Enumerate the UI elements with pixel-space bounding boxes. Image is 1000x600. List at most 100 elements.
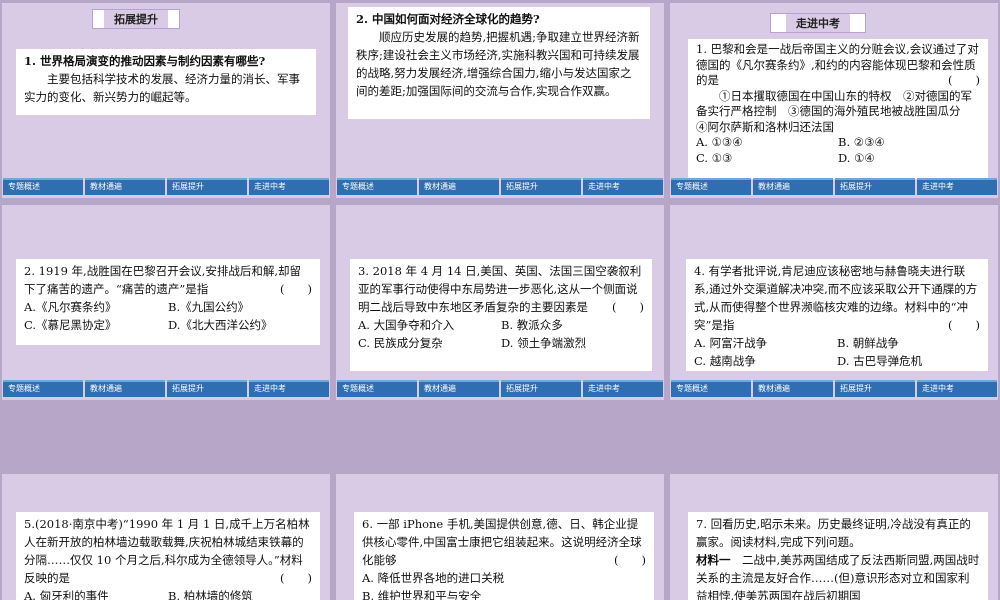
option-row: A.《凡尔赛条约》 B.《九国公约》 bbox=[24, 298, 312, 316]
nav-extension[interactable]: 拓展提升 bbox=[501, 380, 581, 397]
question-stem: 6. 一部 iPhone 手机,美国提供创意,德、日、韩企业提供核心零件,中国富… bbox=[362, 515, 646, 569]
question-items: ①日本攫取德国在中国山东的特权 ②对德国的军备实行严格控制 ③德国的海外殖民地被… bbox=[696, 88, 972, 134]
option-c[interactable]: C. 越南战争 bbox=[694, 352, 837, 370]
nav-extension[interactable]: 拓展提升 bbox=[835, 178, 915, 195]
question-text: 2. 中国如何面对经济全球化的趋势? bbox=[356, 12, 540, 26]
option-c[interactable]: C. 民族成分复杂 bbox=[358, 334, 501, 352]
option-d[interactable]: D. ①④ bbox=[838, 151, 980, 167]
nav-extension[interactable]: 拓展提升 bbox=[167, 380, 247, 397]
material-text: 二战中,美苏两国结成了反法西斯同盟,两国战时关系的主流是友好合作……(但)意识形… bbox=[696, 553, 980, 600]
question-stem-text: 5.(2018·南京中考)“1990 年 1 月 1 日,成千上万名柏林人在新开… bbox=[24, 517, 310, 585]
slide-8: 6. 一部 iPhone 手机,美国提供创意,德、日、韩企业提供核心零件,中国富… bbox=[336, 474, 664, 600]
question-card: 4. 有学者批评说,肯尼迪应该秘密地与赫鲁晓夫进行联系,通过外交渠道解决冲突,而… bbox=[686, 259, 988, 371]
slide-nav: 专题概述 教材通遍 拓展提升 走进中考 bbox=[2, 380, 330, 397]
option-c[interactable]: C.《慕尼黑协定》 bbox=[24, 316, 168, 334]
slide-6: 4. 有学者批评说,肯尼迪应该秘密地与赫鲁晓夫进行联系,通过外交渠道解决冲突,而… bbox=[670, 205, 998, 400]
nav-textbook[interactable]: 教材通遍 bbox=[85, 178, 165, 195]
question-card: 7. 回看历史,昭示未来。历史最终证明,冷战没有真正的赢家。阅读材料,完成下列问… bbox=[688, 512, 988, 600]
slide-content: 3. 2018 年 4 月 14 日,美国、英国、法国三国空袭叙利亚的军事行动使… bbox=[336, 205, 664, 376]
option-c[interactable]: C. ①③ bbox=[696, 151, 838, 167]
slide-content: 2. 中国如何面对经济全球化的趋势? 顺应历史发展的趋势,把握机遇;争取建立世界… bbox=[336, 3, 664, 174]
nav-extension[interactable]: 拓展提升 bbox=[835, 380, 915, 397]
banner-title: 拓展提升 bbox=[104, 10, 168, 28]
option-a[interactable]: A. 大国争夺和介入 bbox=[358, 316, 501, 334]
question-stem: 3. 2018 年 4 月 14 日,美国、英国、法国三国空袭叙利亚的军事行动使… bbox=[358, 262, 644, 316]
nav-overview[interactable]: 专题概述 bbox=[671, 178, 751, 195]
question-stem-text: 6. 一部 iPhone 手机,美国提供创意,德、日、韩企业提供核心零件,中国富… bbox=[362, 517, 642, 567]
answer-blank: ( ) bbox=[948, 73, 980, 87]
option-a[interactable]: A. 阿富汗战争 bbox=[694, 334, 837, 352]
option-row: A. 阿富汗战争 B. 朝鲜战争 bbox=[694, 334, 980, 352]
question-card: 1. 巴黎和会是一战后帝国主义的分赃会议,会议通过了对德国的《凡尔赛条约》,和约… bbox=[688, 39, 988, 179]
question-stem-text: 3. 2018 年 4 月 14 日,美国、英国、法国三国空袭叙利亚的军事行动使… bbox=[358, 264, 642, 314]
nav-overview[interactable]: 专题概述 bbox=[671, 380, 751, 397]
question-card: 6. 一部 iPhone 手机,美国提供创意,德、日、韩企业提供核心零件,中国富… bbox=[354, 512, 654, 600]
slide-7: 5.(2018·南京中考)“1990 年 1 月 1 日,成千上万名柏林人在新开… bbox=[2, 474, 330, 600]
slide-3: 走进中考 1. 巴黎和会是一战后帝国主义的分赃会议,会议通过了对德国的《凡尔赛条… bbox=[670, 3, 998, 198]
option-b[interactable]: B. 朝鲜战争 bbox=[837, 334, 980, 352]
nav-exam[interactable]: 走进中考 bbox=[583, 380, 663, 397]
option-a[interactable]: A. 匈牙利的事件 bbox=[24, 587, 168, 600]
nav-exam[interactable]: 走进中考 bbox=[249, 178, 329, 195]
nav-exam[interactable]: 走进中考 bbox=[583, 178, 663, 195]
material-label: 材料一 bbox=[696, 553, 731, 567]
answer-blank: ( ) bbox=[280, 282, 312, 296]
option-b[interactable]: B. 柏林墙的修筑 bbox=[168, 587, 312, 600]
banner-title: 走进中考 bbox=[786, 14, 850, 32]
question-card: 2. 中国如何面对经济全球化的趋势? 顺应历史发展的趋势,把握机遇;争取建立世界… bbox=[348, 7, 650, 119]
question-card: 1. 世界格局演变的推动因素与制约因素有哪些? 主要包括科学技术的发展、经济力量… bbox=[16, 49, 316, 115]
slide-9: 7. 回看历史,昭示未来。历史最终证明,冷战没有真正的赢家。阅读材料,完成下列问… bbox=[670, 474, 998, 600]
section-banner: 拓展提升 bbox=[92, 9, 180, 29]
nav-textbook[interactable]: 教材通遍 bbox=[753, 178, 833, 195]
option-a[interactable]: A. ①③④ bbox=[696, 135, 838, 151]
answer-text: 主要包括科学技术的发展、经济力量的消长、军事实力的变化、新兴势力的崛起等。 bbox=[24, 72, 300, 104]
question-stem-text: 2. 1919 年,战胜国在巴黎召开会议,安排战后和解,却留下了痛苦的遗产。“痛… bbox=[24, 264, 302, 296]
nav-extension[interactable]: 拓展提升 bbox=[167, 178, 247, 195]
nav-overview[interactable]: 专题概述 bbox=[3, 178, 83, 195]
nav-exam[interactable]: 走进中考 bbox=[917, 178, 997, 195]
nav-exam[interactable]: 走进中考 bbox=[917, 380, 997, 397]
option-b[interactable]: B. ②③④ bbox=[838, 135, 980, 151]
question-stem-text: 4. 有学者批评说,肯尼迪应该秘密地与赫鲁晓夫进行联系,通过外交渠道解决冲突,而… bbox=[694, 264, 978, 332]
option-a[interactable]: A. 降低世界各地的进口关税 bbox=[362, 569, 646, 587]
option-row: A. 大国争夺和介入 B. 教派众多 bbox=[358, 316, 644, 334]
nav-overview[interactable]: 专题概述 bbox=[337, 178, 417, 195]
option-a[interactable]: A.《凡尔赛条约》 bbox=[24, 298, 168, 316]
question-card: 3. 2018 年 4 月 14 日,美国、英国、法国三国空袭叙利亚的军事行动使… bbox=[350, 259, 652, 371]
nav-extension[interactable]: 拓展提升 bbox=[501, 178, 581, 195]
slide-4: 2. 1919 年,战胜国在巴黎召开会议,安排战后和解,却留下了痛苦的遗产。“痛… bbox=[2, 205, 330, 400]
slide-content: 4. 有学者批评说,肯尼迪应该秘密地与赫鲁晓夫进行联系,通过外交渠道解决冲突,而… bbox=[670, 205, 998, 376]
option-row: C. 越南战争 D. 古巴导弹危机 bbox=[694, 352, 980, 370]
slide-nav: 专题概述 教材通遍 拓展提升 走进中考 bbox=[336, 380, 664, 397]
slide-content: 走进中考 1. 巴黎和会是一战后帝国主义的分赃会议,会议通过了对德国的《凡尔赛条… bbox=[670, 3, 998, 179]
nav-textbook[interactable]: 教材通遍 bbox=[419, 178, 499, 195]
nav-overview[interactable]: 专题概述 bbox=[3, 380, 83, 397]
question-card: 5.(2018·南京中考)“1990 年 1 月 1 日,成千上万名柏林人在新开… bbox=[16, 512, 320, 600]
question-stem: 7. 回看历史,昭示未来。历史最终证明,冷战没有真正的赢家。阅读材料,完成下列问… bbox=[696, 517, 971, 549]
slide-2: 2. 中国如何面对经济全球化的趋势? 顺应历史发展的趋势,把握机遇;争取建立世界… bbox=[336, 3, 664, 198]
nav-overview[interactable]: 专题概述 bbox=[337, 380, 417, 397]
question-text: 1. 世界格局演变的推动因素与制约因素有哪些? bbox=[24, 54, 266, 68]
nav-textbook[interactable]: 教材通遍 bbox=[753, 380, 833, 397]
question-stem: 5.(2018·南京中考)“1990 年 1 月 1 日,成千上万名柏林人在新开… bbox=[24, 515, 312, 587]
material-paragraph: 材料一 二战中,美苏两国结成了反法西斯同盟,两国战时关系的主流是友好合作……(但… bbox=[696, 551, 980, 600]
slide-content: 拓展提升 1. 世界格局演变的推动因素与制约因素有哪些? 主要包括科学技术的发展… bbox=[2, 3, 330, 174]
option-b[interactable]: B. 维护世界和平与安全 bbox=[362, 587, 646, 600]
option-d[interactable]: D. 古巴导弹危机 bbox=[837, 352, 980, 370]
answer-text: 顺应历史发展的趋势,把握机遇;争取建立世界经济新秩序;建设社会主义市场经济,实施… bbox=[356, 30, 640, 98]
option-d[interactable]: D.《北大西洋公约》 bbox=[168, 316, 312, 334]
nav-exam[interactable]: 走进中考 bbox=[249, 380, 329, 397]
question-card: 2. 1919 年,战胜国在巴黎召开会议,安排战后和解,却留下了痛苦的遗产。“痛… bbox=[16, 259, 320, 345]
slide-1: 拓展提升 1. 世界格局演变的推动因素与制约因素有哪些? 主要包括科学技术的发展… bbox=[2, 3, 330, 198]
section-banner: 走进中考 bbox=[770, 13, 866, 33]
slide-content: 2. 1919 年,战胜国在巴黎召开会议,安排战后和解,却留下了痛苦的遗产。“痛… bbox=[2, 205, 330, 376]
option-b[interactable]: B.《九国公约》 bbox=[168, 298, 312, 316]
slide-nav: 专题概述 教材通遍 拓展提升 走进中考 bbox=[670, 380, 998, 397]
question-stem-text: 1. 巴黎和会是一战后帝国主义的分赃会议,会议通过了对德国的《凡尔赛条约》,和约… bbox=[696, 42, 979, 87]
slide-nav: 专题概述 教材通遍 拓展提升 走进中考 bbox=[336, 178, 664, 195]
option-b[interactable]: B. 教派众多 bbox=[501, 316, 644, 334]
option-row: C. ①③ D. ①④ bbox=[696, 151, 980, 167]
nav-textbook[interactable]: 教材通遍 bbox=[419, 380, 499, 397]
nav-textbook[interactable]: 教材通遍 bbox=[85, 380, 165, 397]
option-d[interactable]: D. 领土争端激烈 bbox=[501, 334, 644, 352]
